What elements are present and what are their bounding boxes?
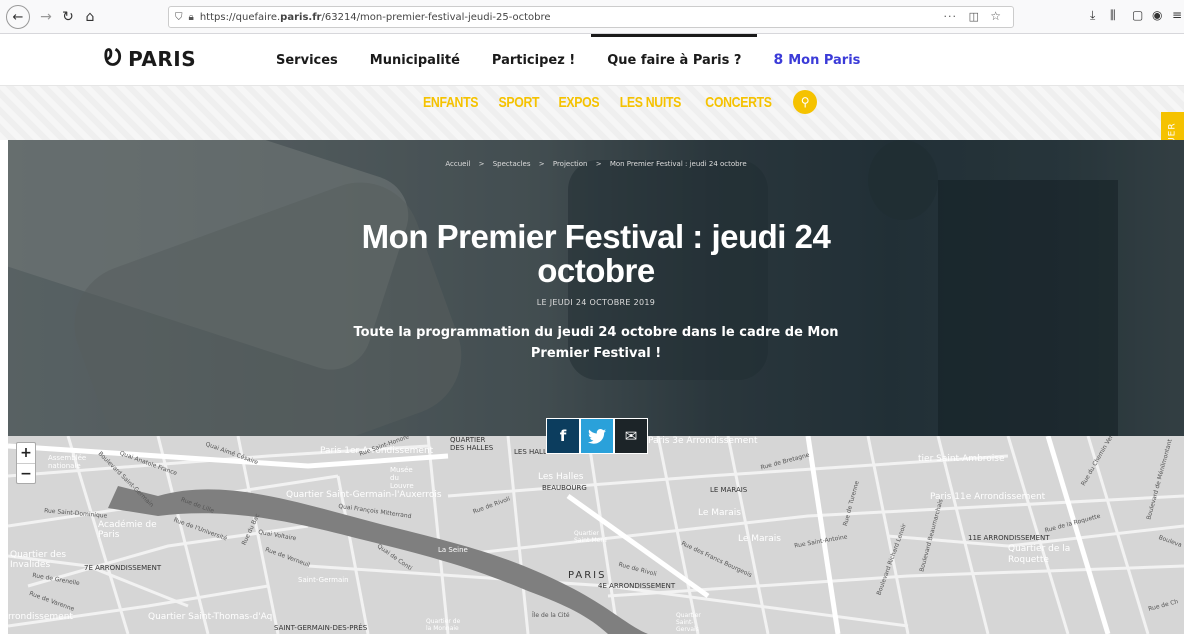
breadcrumb-current: Mon Premier Festival : jeudi 24 octobre bbox=[609, 160, 747, 168]
breadcrumb-projection[interactable]: Projection bbox=[553, 160, 588, 168]
nav-participez[interactable]: Participez ! bbox=[476, 34, 591, 86]
mon-paris-label: Mon Paris bbox=[788, 52, 861, 68]
map-label: 7E ARRONDISSEMENT bbox=[84, 564, 162, 572]
main-nav: Services Municipalité Participez ! Que f… bbox=[260, 34, 876, 86]
breadcrumb-separator: > bbox=[595, 160, 602, 168]
map-label: Quartier Saint-Gervais bbox=[676, 612, 701, 633]
search-icon[interactable]: ⚲ bbox=[793, 90, 818, 114]
reload-icon[interactable]: ↻ bbox=[56, 5, 80, 29]
map-label: Assemblée nationale bbox=[48, 454, 87, 470]
map-label: QUARTIER DES HALLES bbox=[450, 436, 494, 452]
map-label: Quartier Saint-Merri bbox=[574, 530, 607, 544]
cat-les-nuits[interactable]: LES NUITS bbox=[620, 94, 682, 111]
breadcrumb-spectacles[interactable]: Spectacles bbox=[493, 160, 531, 168]
map-label: Quartier des Invalides bbox=[10, 550, 67, 570]
map-label: Paris 11e Arrondissement bbox=[930, 492, 1046, 502]
lock-icon[interactable]: 🔒︎ bbox=[189, 12, 194, 23]
twitter-bird-icon bbox=[588, 428, 606, 444]
paris-ship-icon: Ꭷ bbox=[104, 46, 123, 71]
map-label: Quartier Saint-Germain-l'Auxerrois bbox=[286, 490, 442, 500]
forward-icon[interactable]: → bbox=[34, 5, 58, 29]
map-label: Le Marais bbox=[738, 534, 781, 544]
facebook-share-icon[interactable]: f bbox=[546, 418, 580, 454]
download-icon[interactable]: ⤓ bbox=[1090, 8, 1095, 23]
event-subtitle: Toute la programmation du jeudi 24 octob… bbox=[353, 325, 839, 361]
map-label: Quartier de la Roquette bbox=[1008, 544, 1071, 565]
back-icon[interactable]: ← bbox=[6, 5, 30, 29]
nav-que-faire[interactable]: Que faire à Paris ? bbox=[591, 34, 758, 86]
cat-sport[interactable]: SPORT bbox=[499, 94, 540, 111]
breadcrumb-separator: > bbox=[538, 160, 545, 168]
map-label: rrondissement bbox=[8, 612, 73, 622]
url-text: https://quefaire.paris.fr/63214/mon-prem… bbox=[199, 11, 551, 23]
share-buttons: f ✉ bbox=[546, 418, 648, 454]
twitter-share-icon[interactable] bbox=[580, 418, 614, 454]
map-label: Le Marais bbox=[698, 508, 741, 518]
zoom-in-button[interactable]: + bbox=[17, 443, 35, 463]
browser-toolbar: ← → ↻ ⌂ ⛉ 🔒︎ https://quefaire.paris.fr/6… bbox=[0, 0, 1184, 34]
breadcrumb-accueil[interactable]: Accueil bbox=[445, 160, 470, 168]
map-label: Musée du Louvre bbox=[390, 466, 414, 490]
map-label: Quartier de la Monnaie bbox=[426, 618, 461, 632]
map-label: SAINT-GERMAIN-DES-PRÉS bbox=[274, 624, 368, 632]
paris-logo[interactable]: Ꭷ PARIS bbox=[104, 46, 196, 71]
address-bar[interactable]: ⛉ 🔒︎ https://quefaire.paris.fr/63214/mon… bbox=[168, 6, 1014, 28]
cat-enfants[interactable]: ENFANTS bbox=[423, 94, 478, 111]
map-label: LE MARAIS bbox=[710, 486, 748, 494]
cat-expos[interactable]: EXPOS bbox=[558, 94, 599, 111]
map-label: Saint-Germain bbox=[298, 576, 349, 584]
sidebar-icon[interactable]: ▢ bbox=[1132, 8, 1143, 22]
map-label: La Seine bbox=[438, 546, 468, 554]
zoom-out-button[interactable]: − bbox=[17, 463, 35, 483]
hero-overlay bbox=[8, 140, 1184, 438]
hero-banner: Accueil > Spectacles > Projection > Mon … bbox=[8, 140, 1184, 438]
pocket-icon[interactable]: ◫ bbox=[969, 10, 979, 23]
map-label: tier Saint-Ambroise bbox=[918, 454, 1005, 464]
cat-concerts[interactable]: CONCERTS bbox=[705, 94, 772, 111]
breadcrumb: Accueil > Spectacles > Projection > Mon … bbox=[8, 160, 1184, 168]
logo-text: PARIS bbox=[128, 46, 197, 71]
page-title: Mon Premier Festival : jeudi 24 octobre bbox=[361, 218, 831, 289]
shield-icon[interactable]: ⛉ bbox=[175, 12, 183, 23]
hamburger-menu-icon[interactable]: ≡ bbox=[1172, 8, 1182, 22]
nav-municipalite[interactable]: Municipalité bbox=[354, 34, 476, 86]
event-date: LE JEUDI 24 OCTOBRE 2019 bbox=[536, 298, 656, 307]
library-icon[interactable]: ⫼ bbox=[1110, 8, 1116, 23]
map-label: Paris 3e Arrondissement bbox=[648, 436, 758, 446]
category-bar: ENFANTS SPORT EXPOS LES NUITS CONCERTS ⚲ bbox=[0, 86, 1184, 140]
map-street-label: Île de la Cité bbox=[532, 612, 570, 619]
map-label: Les Halles bbox=[538, 472, 584, 482]
nav-services[interactable]: Services bbox=[260, 34, 354, 86]
map-label: 11E ARRONDISSEMENT bbox=[968, 534, 1050, 542]
extension-icon[interactable]: ◉ bbox=[1152, 8, 1162, 22]
site-header: Ꭷ PARIS Services Municipalité Participez… bbox=[0, 34, 1184, 86]
map-label: BEAUBOURG bbox=[542, 484, 587, 492]
map-zoom-controls: + − bbox=[16, 442, 36, 484]
map-label: 4E ARRONDISSEMENT bbox=[598, 582, 676, 590]
page-actions-icon[interactable]: ··· bbox=[944, 10, 958, 23]
event-map[interactable]: + − Paris 1er Arrondissement Quartier Sa… bbox=[8, 436, 1184, 634]
map-label: PARIS bbox=[568, 570, 607, 581]
map-label: Académie de Paris bbox=[98, 520, 157, 540]
breadcrumb-separator: > bbox=[478, 160, 485, 168]
mail-share-icon[interactable]: ✉ bbox=[614, 418, 648, 454]
home-icon[interactable]: ⌂ bbox=[78, 5, 102, 29]
map-label: Quartier Saint-Thomas-d'Aq bbox=[148, 612, 273, 622]
bookmark-star-icon[interactable]: ☆ bbox=[990, 9, 1001, 23]
user-icon: 8 bbox=[773, 52, 784, 68]
nav-mon-paris[interactable]: 8 Mon Paris bbox=[757, 34, 876, 86]
